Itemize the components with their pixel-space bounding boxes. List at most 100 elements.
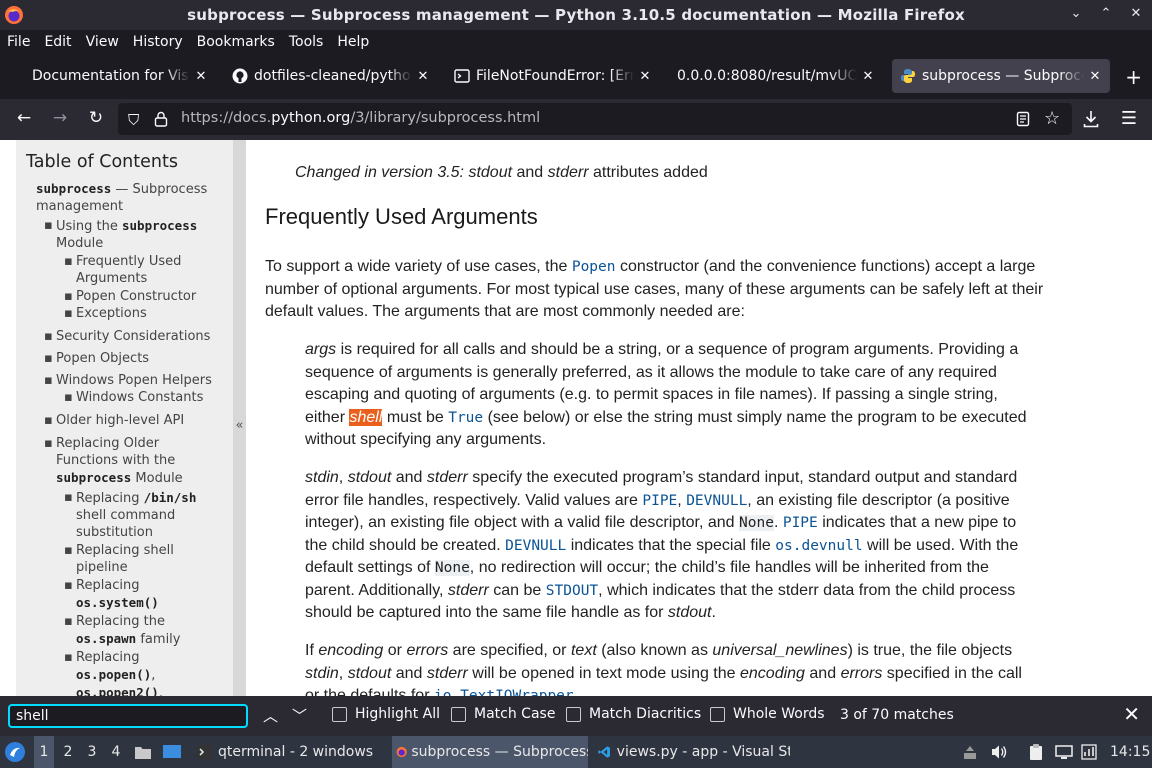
toc-item-replacing[interactable]: ▪ Replacing Older Functions with the subp… <box>44 435 225 487</box>
menu-help[interactable]: Help <box>330 34 376 50</box>
p1-text-a: To support a wide variety of use cases, … <box>265 258 568 275</box>
reader-view-icon[interactable] <box>1016 111 1030 127</box>
pipe-link[interactable]: PIPE <box>783 515 818 531</box>
menu-view[interactable]: View <box>79 34 126 50</box>
menu-edit[interactable]: Edit <box>37 34 78 50</box>
close-window-button[interactable]: ✕ <box>1128 6 1144 21</box>
checkbox-box[interactable] <box>566 706 581 722</box>
taskbar-app-firefox[interactable]: subprocess — Subprocess management <box>392 736 588 768</box>
find-input[interactable] <box>8 704 248 728</box>
toc-spawn-a: Replacing the <box>76 614 165 629</box>
tray-display-icon[interactable] <box>1055 736 1075 768</box>
toc-item-popen-objects[interactable]: ▪ Popen Objects <box>44 350 225 367</box>
checkbox-box[interactable] <box>710 706 725 722</box>
p4-text-c: ) is true, the file objects <box>847 642 1013 659</box>
tray-upload-icon[interactable] <box>962 736 980 768</box>
toc-item-security[interactable]: ▪ Security Considerations <box>44 328 225 345</box>
tab-close-icon[interactable]: ✕ <box>861 69 875 84</box>
true-link[interactable]: True <box>448 410 483 426</box>
forward-button[interactable]: → <box>48 108 72 130</box>
tab-close-icon[interactable]: ✕ <box>638 69 652 84</box>
devnull-link[interactable]: DEVNULL <box>686 493 747 509</box>
tab-subprocess[interactable]: subprocess — Subprocess management ✕ <box>892 59 1110 93</box>
minimize-button[interactable]: ⌄ <box>1068 6 1084 21</box>
find-previous-button[interactable]: ︿ <box>263 705 278 726</box>
sidebar-collapse-button[interactable]: « <box>233 140 246 696</box>
tray-clipboard-icon[interactable] <box>1028 736 1048 768</box>
url-text[interactable]: https://docs.python.org/3/library/subpro… <box>181 110 540 126</box>
tab-github-dotfiles[interactable]: dotfiles-cleaned/python.sh ✕ <box>224 59 438 93</box>
toc-replacing-a: Replacing Older Functions with the <box>56 436 176 468</box>
url-bar[interactable]: ⛉ https://docs.python.org/3/library/subp… <box>118 103 1072 135</box>
toc-win-helpers-label: Windows Popen Helpers <box>56 373 212 388</box>
reload-button[interactable]: ↻ <box>84 108 108 130</box>
clock[interactable]: 14:15 <box>1110 736 1150 768</box>
tab-close-icon[interactable]: ✕ <box>194 69 208 84</box>
toc-item-replacing-spawn[interactable]: ▪ Replacing the os.spawn family <box>64 613 225 648</box>
checkbox-box[interactable] <box>451 706 466 722</box>
pipe-link[interactable]: PIPE <box>642 493 677 509</box>
menu-bookmarks[interactable]: Bookmarks <box>190 34 282 50</box>
toc-item-replacing-pipeline[interactable]: ▪ Replacing shell pipeline <box>64 542 225 576</box>
taskbar-app-vscode[interactable]: views.py - app - Visual Studio Code <box>594 736 790 768</box>
maximize-button[interactable]: ⌃ <box>1098 6 1114 21</box>
toc-item-exceptions[interactable]: ▪ Exceptions <box>64 305 225 322</box>
desktop-launcher[interactable] <box>162 736 184 768</box>
menu-file[interactable]: File <box>0 34 37 50</box>
toc-item-using[interactable]: ▪ Using the subprocess Module <box>44 217 225 252</box>
window-title: subprocess — Subprocess management — Pyt… <box>187 6 965 24</box>
workspace-1[interactable]: 1 <box>34 736 54 768</box>
new-tab-button[interactable]: + <box>1125 65 1142 89</box>
toc-item-replacing-binsh[interactable]: ▪ Replacing /bin/sh shell command substit… <box>64 489 225 541</box>
toc-item-windows-constants[interactable]: ▪ Windows Constants <box>64 389 225 406</box>
toc-item-frequent[interactable]: ▪ Frequently Used Arguments <box>64 253 225 287</box>
tab-local-result[interactable]: 0.0.0.0:8080/result/mvUOzpQ ✕ <box>669 59 883 93</box>
p3-text-d: indicates that the special file <box>570 536 771 554</box>
toc-item-replacing-popen[interactable]: ▪ Replacing os.popen(), os.popen2(), <box>64 649 225 696</box>
tab-close-icon[interactable]: ✕ <box>1088 69 1102 84</box>
tab-filenotfound[interactable]: FileNotFoundError: [Errno 2] ✕ <box>446 59 660 93</box>
firefox-icon <box>396 746 407 758</box>
menu-history[interactable]: History <box>126 34 190 50</box>
bookmark-star-icon[interactable]: ☆ <box>1044 108 1060 129</box>
toc-binsh-c: shell command substitution <box>76 508 176 540</box>
p4-errors: errors <box>840 664 883 682</box>
workspace-3[interactable]: 3 <box>82 736 102 768</box>
toc-sublist-2: ▪ Security Considerations ▪ Popen Objects … <box>16 322 233 389</box>
textiowrapper-link[interactable]: io.TextIOWrapper <box>434 688 574 696</box>
toc-item-popen-constructor[interactable]: ▪ Popen Constructor <box>64 288 225 305</box>
hamburger-menu-icon[interactable]: ☰ <box>1117 108 1141 130</box>
back-button[interactable]: ← <box>12 108 36 130</box>
tab-vscode-docs[interactable]: Documentation for Visual Studio Code ✕ <box>24 59 216 93</box>
checkbox-box[interactable] <box>332 706 347 722</box>
taskbar-app-qterminal[interactable]: qterminal - 2 windows <box>192 736 388 768</box>
file-manager-launcher[interactable] <box>134 736 156 768</box>
workspace-2[interactable]: 2 <box>58 736 78 768</box>
find-next-button[interactable]: ﹀ <box>292 705 307 726</box>
start-menu-button[interactable] <box>4 736 28 768</box>
tray-volume-icon[interactable] <box>990 736 1010 768</box>
os-devnull-link[interactable]: os.devnull <box>775 538 862 554</box>
toc-item-module[interactable]: subprocess — Subprocess management <box>36 180 227 215</box>
p3-stdin: stdin <box>305 469 339 486</box>
lock-icon[interactable] <box>154 111 168 127</box>
toc-item-replacing-system[interactable]: ▪ Replacing os.system() <box>64 577 225 612</box>
stdout-link[interactable]: STDOUT <box>546 583 598 599</box>
toc-item-windows-helpers[interactable]: ▪ Windows Popen Helpers <box>44 372 225 389</box>
downloads-icon[interactable] <box>1083 110 1099 128</box>
tray-network-icon[interactable] <box>1081 736 1101 768</box>
toc-item-older-api[interactable]: ▪ Older high-level API <box>44 412 225 429</box>
devnull-link[interactable]: DEVNULL <box>505 538 566 554</box>
highlight-all-checkbox[interactable]: Highlight All <box>332 706 440 722</box>
match-case-checkbox[interactable]: Match Case <box>451 706 555 722</box>
shield-icon[interactable]: ⛉ <box>128 111 139 129</box>
whole-words-checkbox[interactable]: Whole Words <box>710 706 825 722</box>
folder-icon <box>135 747 151 759</box>
workspace-4[interactable]: 4 <box>106 736 126 768</box>
match-diacritics-checkbox[interactable]: Match Diacritics <box>566 706 701 722</box>
find-close-icon[interactable]: ✕ <box>1123 702 1140 726</box>
tab-close-icon[interactable]: ✕ <box>416 69 430 84</box>
menu-tools[interactable]: Tools <box>282 34 331 50</box>
tab-label: FileNotFoundError: [Errno 2] <box>476 68 634 84</box>
popen-link[interactable]: Popen <box>572 259 616 275</box>
